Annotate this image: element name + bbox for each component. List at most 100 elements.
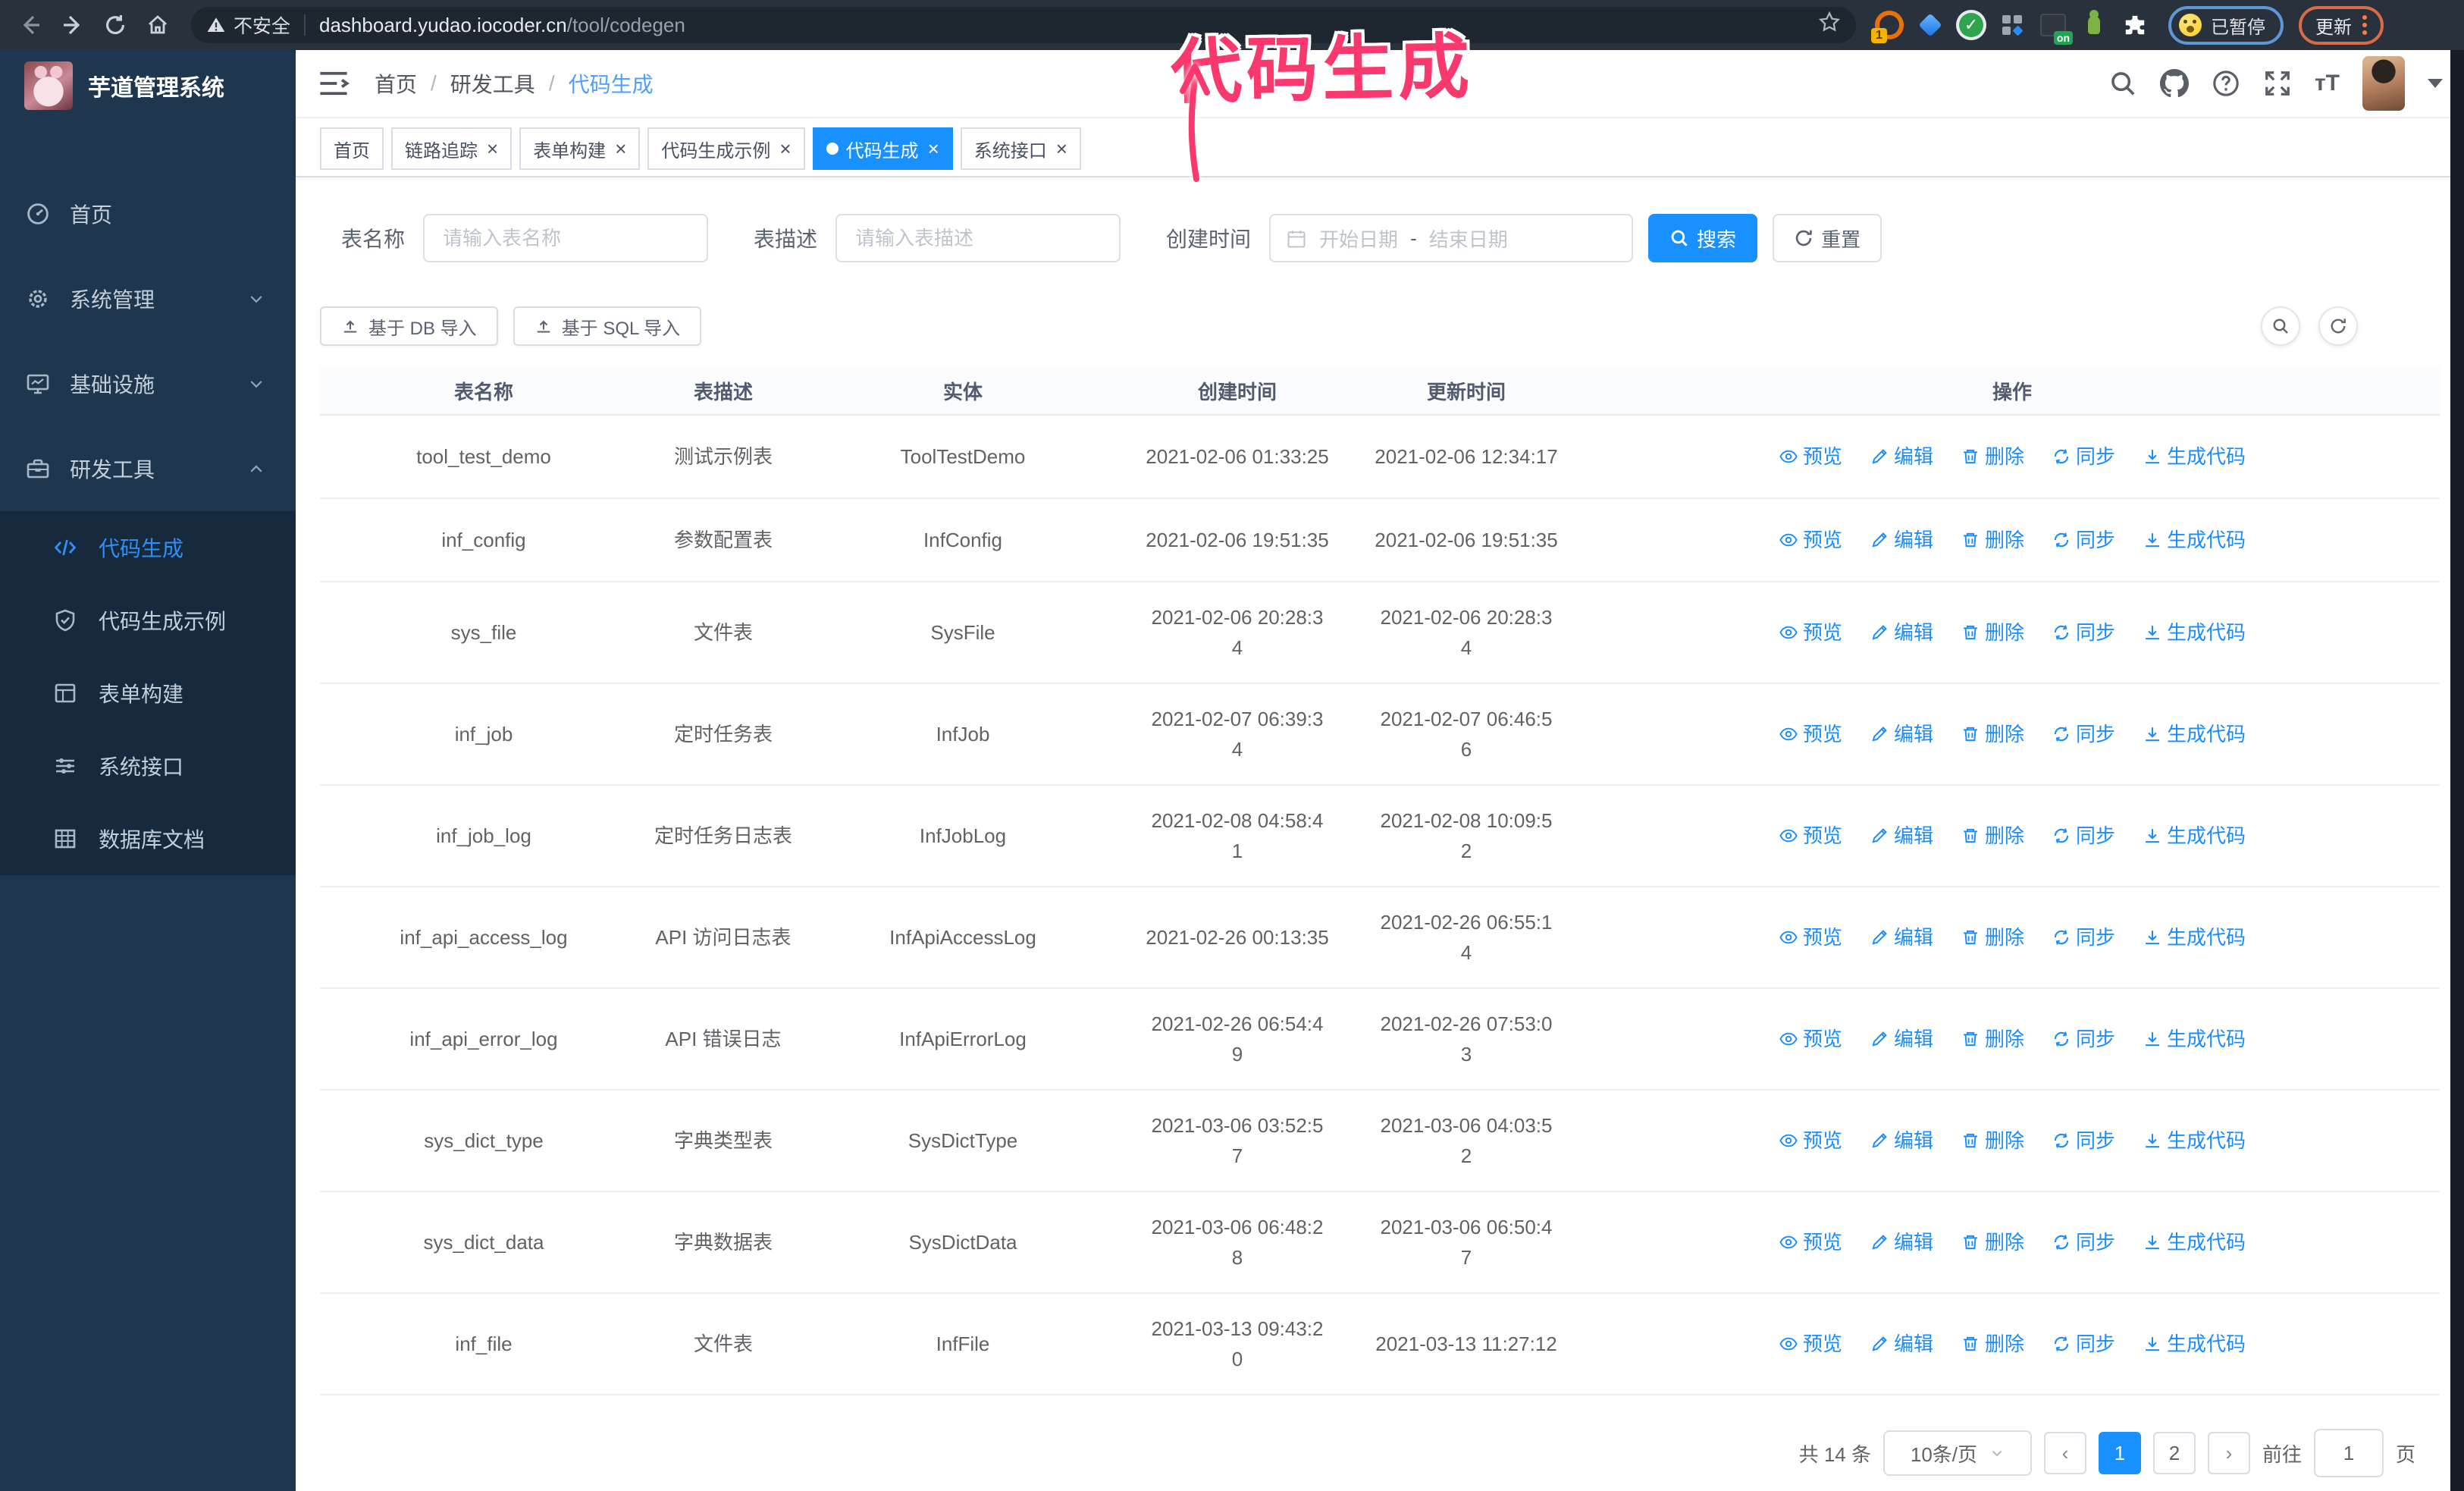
close-icon[interactable]: × [928,139,939,159]
hamburger-icon[interactable] [317,67,350,100]
action-preview-link[interactable]: 预览 [1779,1227,1842,1257]
action-delete-link[interactable]: 删除 [1961,821,2024,851]
action-edit-link[interactable]: 编辑 [1870,1329,1933,1359]
sidebar-item-home[interactable]: 首页 [0,171,296,256]
action-sync-link[interactable]: 同步 [2052,1227,2115,1257]
extension-green-bug-icon[interactable] [2079,10,2109,40]
breadcrumb-devtools[interactable]: 研发工具 [450,68,535,99]
page-size-select[interactable]: 10条/页 [1882,1430,2032,1476]
action-preview-link[interactable]: 预览 [1779,1125,1842,1156]
action-delete-link[interactable]: 删除 [1961,617,2024,648]
action-generate-link[interactable]: 生成代码 [2143,617,2246,648]
next-page-button[interactable]: › [2207,1432,2250,1474]
sidebar-item-db-doc[interactable]: 数据库文档 [0,802,296,875]
sidebar-item-devtools[interactable]: 研发工具 [0,426,296,511]
action-sync-link[interactable]: 同步 [2052,1024,2115,1054]
font-size-icon[interactable]: тТ [2315,71,2340,96]
action-generate-link[interactable]: 生成代码 [2143,525,2246,555]
search-icon[interactable] [2108,69,2137,98]
action-preview-link[interactable]: 预览 [1779,719,1842,749]
browser-back-icon[interactable] [9,4,52,46]
action-edit-link[interactable]: 编辑 [1870,1125,1933,1156]
action-edit-link[interactable]: 编辑 [1870,821,1933,851]
action-delete-link[interactable]: 删除 [1961,1329,2024,1359]
tab-表单构建[interactable]: 表单构建 × [519,127,641,170]
close-icon[interactable]: × [487,139,498,159]
action-preview-link[interactable]: 预览 [1779,922,1842,953]
action-preview-link[interactable]: 预览 [1779,1024,1842,1054]
extensions-puzzle-icon[interactable] [2120,10,2150,40]
sidebar-item-codegen[interactable]: 代码生成 [0,511,296,584]
action-edit-link[interactable]: 编辑 [1870,922,1933,953]
import-db-button[interactable]: 基于 DB 导入 [320,306,498,346]
action-preview-link[interactable]: 预览 [1779,441,1842,472]
action-generate-link[interactable]: 生成代码 [2143,719,2246,749]
tab-系统接口[interactable]: 系统接口 × [960,127,1081,170]
action-generate-link[interactable]: 生成代码 [2143,821,2246,851]
close-icon[interactable]: × [779,139,791,159]
action-edit-link[interactable]: 编辑 [1870,617,1933,648]
action-edit-link[interactable]: 编辑 [1870,441,1933,472]
chevron-down-icon[interactable] [2428,79,2443,88]
browser-menu-icon[interactable] [2362,15,2367,35]
prev-page-button[interactable]: ‹ [2043,1432,2086,1474]
action-sync-link[interactable]: 同步 [2052,719,2115,749]
action-delete-link[interactable]: 删除 [1961,922,2024,953]
table-name-input[interactable] [423,214,709,262]
goto-page-input[interactable] [2313,1429,2384,1477]
action-delete-link[interactable]: 删除 [1961,1125,2024,1156]
extension-gem-icon[interactable] [1915,10,1945,40]
action-edit-link[interactable]: 编辑 [1870,525,1933,555]
action-preview-link[interactable]: 预览 [1779,617,1842,648]
action-delete-link[interactable]: 删除 [1961,719,2024,749]
url-bar[interactable]: 不安全 dashboard.yudao.iocoder.cn/tool/code… [191,7,1856,43]
action-generate-link[interactable]: 生成代码 [2143,441,2246,472]
action-preview-link[interactable]: 预览 [1779,525,1842,555]
extension-dark-icon[interactable]: on [2038,10,2073,45]
reset-button[interactable]: 重置 [1773,214,1882,262]
action-generate-link[interactable]: 生成代码 [2143,922,2246,953]
action-preview-link[interactable]: 预览 [1779,1329,1842,1359]
action-preview-link[interactable]: 预览 [1779,821,1842,851]
action-delete-link[interactable]: 删除 [1961,1227,2024,1257]
fullscreen-icon[interactable] [2263,69,2292,98]
action-sync-link[interactable]: 同步 [2052,922,2115,953]
action-sync-link[interactable]: 同步 [2052,1329,2115,1359]
action-generate-link[interactable]: 生成代码 [2143,1329,2246,1359]
action-sync-link[interactable]: 同步 [2052,1125,2115,1156]
security-chip[interactable]: 不安全 [206,11,290,39]
tab-链路追踪[interactable]: 链路追踪 × [391,127,513,170]
sidebar-item-system-api[interactable]: 系统接口 [0,730,296,802]
action-edit-link[interactable]: 编辑 [1870,1227,1933,1257]
extension-orange-icon[interactable]: 1 [1871,10,1904,43]
action-sync-link[interactable]: 同步 [2052,617,2115,648]
toggle-search-icon[interactable] [2261,306,2300,346]
sidebar-item-infra[interactable]: 基础设施 [0,341,296,426]
sidebar-item-system[interactable]: 系统管理 [0,256,296,341]
sidebar-item-form-builder[interactable]: 表单构建 [0,657,296,730]
bookmark-star-icon[interactable] [1818,11,1841,39]
action-generate-link[interactable]: 生成代码 [2143,1227,2246,1257]
close-icon[interactable]: × [615,139,626,159]
refresh-table-icon[interactable] [2318,306,2358,346]
action-sync-link[interactable]: 同步 [2052,821,2115,851]
action-delete-link[interactable]: 删除 [1961,441,2024,472]
action-generate-link[interactable]: 生成代码 [2143,1125,2246,1156]
action-edit-link[interactable]: 编辑 [1870,719,1933,749]
action-sync-link[interactable]: 同步 [2052,525,2115,555]
profile-paused-chip[interactable]: 已暂停 [2168,5,2284,45]
tab-首页[interactable]: 首页 [320,127,384,170]
help-icon[interactable] [2212,69,2240,98]
sidebar-item-codegen-example[interactable]: 代码生成示例 [0,584,296,657]
browser-update-button[interactable]: 更新 [2299,5,2384,45]
action-generate-link[interactable]: 生成代码 [2143,1024,2246,1054]
action-edit-link[interactable]: 编辑 [1870,1024,1933,1054]
page-button-1[interactable]: 1 [2098,1432,2141,1474]
extension-check-icon[interactable]: ✓ [1956,10,1986,40]
browser-forward-icon[interactable] [52,4,94,46]
action-sync-link[interactable]: 同步 [2052,441,2115,472]
action-delete-link[interactable]: 删除 [1961,525,2024,555]
browser-home-icon[interactable] [136,4,179,46]
avatar[interactable] [2362,56,2405,111]
close-icon[interactable]: × [1056,139,1067,159]
